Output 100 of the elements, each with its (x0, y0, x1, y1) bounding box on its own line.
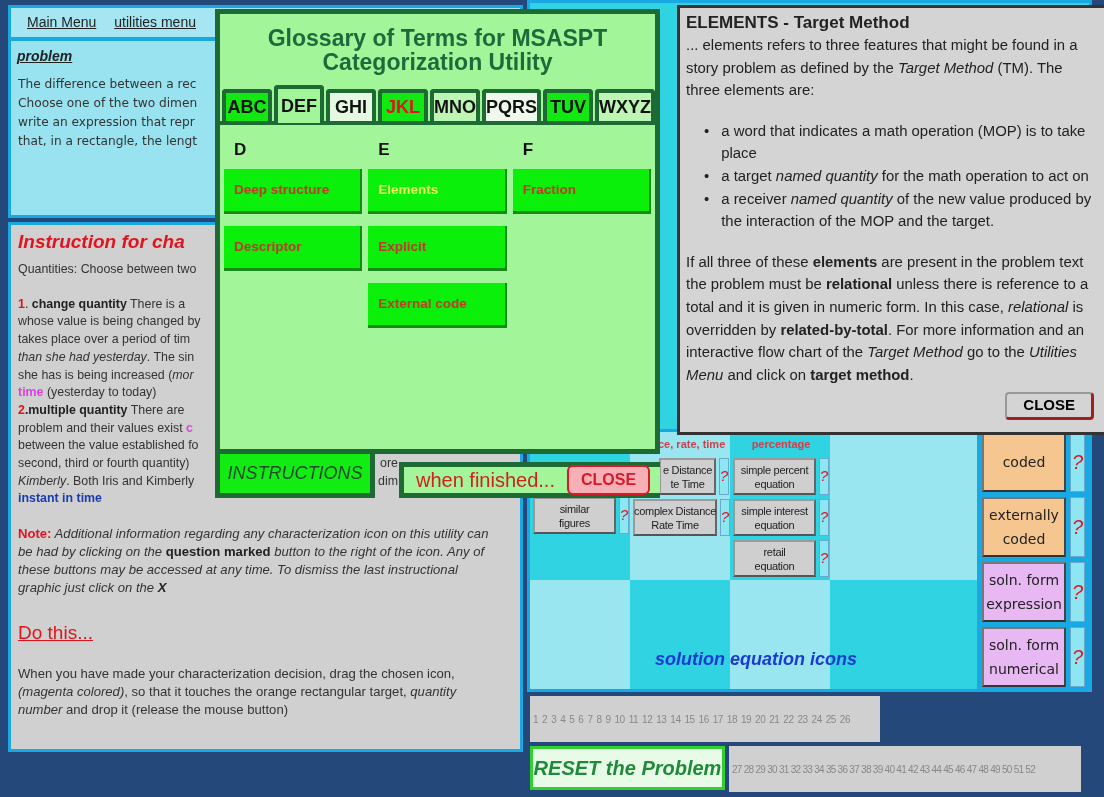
paragraph: When you have made your characterization decision, drag the chosen icon, (magenta colored), so that it touches the orange rectangular target, quantity number and drop it (release the mouse button) (18, 665, 457, 717)
letter-tab[interactable]: PQRS (482, 89, 541, 121)
number-label: 43 (919, 762, 930, 777)
number-label: 25 (825, 712, 836, 727)
number-label: 1 (533, 712, 539, 727)
number-label: 7 (587, 712, 593, 727)
number-label: 16 (698, 712, 709, 727)
term-button[interactable]: Fraction (512, 169, 651, 214)
number-label: 33 (802, 762, 813, 777)
menu-link[interactable]: Main Menu (23, 12, 101, 33)
number-label: 36 (837, 762, 848, 777)
column-header: percentage (750, 437, 812, 452)
paragraph: ... elements refers to three features that might be found in a story problem as defined by the Target Method (TM). The three elements are: (686, 36, 1079, 101)
help-button[interactable]: ? (819, 540, 829, 577)
help-button[interactable]: ? (819, 458, 829, 495)
help-button[interactable]: ? (819, 499, 829, 536)
popup-title: ELEMENTS - Target Method (686, 12, 911, 34)
number-label: 37 (849, 762, 860, 777)
number-label: 31 (778, 762, 789, 777)
icon-button[interactable]: retail equation (733, 540, 816, 577)
paragraph: Note: Additional information regarding any characterization icon on this utility can be had by clicking on the question marked button to the right of the icon. Any of these buttons may be accessed at any time. To dismiss the last instructional graphic just click on the X (18, 526, 489, 596)
text-line: instant in time (18, 490, 102, 508)
number-label: 14 (670, 712, 681, 727)
letter-tab[interactable]: WXYZ (595, 89, 655, 121)
panel-heading: Instruction for cha (18, 231, 185, 253)
text-line: 1. change quantity There is a (18, 295, 186, 313)
text-line: 2.multiple quantity There are (18, 401, 185, 419)
icon-button[interactable]: simple interest equation (733, 499, 816, 536)
term-button[interactable]: Descriptor (224, 226, 363, 271)
number-label: 38 (861, 762, 871, 777)
number-label: 17 (712, 712, 723, 727)
number-label: 19 (740, 712, 752, 727)
letter-tab[interactable]: GHI (326, 89, 376, 121)
help-button[interactable]: ? (1070, 432, 1085, 492)
help-button[interactable]: ? (619, 497, 629, 534)
text-line: takes place over a period of tim (18, 331, 191, 349)
number-label: 11 (628, 712, 639, 727)
close-button[interactable]: CLOSE (1005, 392, 1094, 420)
number-label: 8 (596, 712, 602, 727)
term-button[interactable]: Explicit (368, 226, 507, 271)
number-label: 28 (743, 762, 754, 777)
number-label: 23 (797, 712, 808, 727)
number-label: 47 (966, 762, 977, 777)
number-label: 6 (578, 712, 584, 727)
letter-tab[interactable]: MNO (430, 89, 480, 121)
number-label: 3 (551, 712, 557, 727)
column-letter: E (377, 139, 390, 157)
text-line: she has is being increased (mor (18, 366, 194, 384)
number-label: 2 (542, 712, 548, 727)
term-button[interactable]: Deep structure (224, 169, 363, 214)
menu-link[interactable]: utilities menu (110, 12, 200, 33)
bullet-icon: • (704, 119, 710, 165)
number-label: 42 (908, 762, 918, 777)
footer-text: when finished... (416, 468, 555, 493)
column-letter: F (521, 139, 534, 157)
number-label: 52 (1025, 762, 1036, 777)
section-heading: problem (15, 47, 74, 66)
number-label: 27 (732, 762, 742, 777)
text-line: Kimberly. Both Iris and Kimberly (18, 472, 195, 490)
text-line: second, third or fourth quantity) (18, 455, 190, 473)
number-label: 4 (560, 712, 566, 727)
reset-button[interactable]: RESET the Problem (530, 746, 725, 790)
column-letter: D (233, 139, 247, 157)
bullet-icon: • (704, 164, 710, 188)
number-label: 39 (872, 762, 883, 777)
number-label: 29 (755, 762, 766, 777)
icon-button[interactable]: simple percent equation (733, 458, 816, 495)
help-button[interactable]: ? (720, 499, 730, 536)
problem-text-line: that, in a rectangle, the lengt (17, 133, 198, 150)
icon-button[interactable]: e Distance te Time (659, 458, 716, 495)
number-label: 26 (839, 712, 850, 727)
letter-tab[interactable]: ABC (222, 89, 272, 121)
help-button[interactable]: ? (1070, 497, 1085, 557)
number-label: 20 (755, 712, 766, 727)
number-label: 24 (811, 712, 822, 727)
help-button[interactable]: ? (1070, 562, 1085, 622)
term-button[interactable]: External code (368, 283, 507, 328)
bullet-icon: • (704, 187, 710, 233)
number-label: 15 (684, 712, 695, 727)
icon-button[interactable]: soln. form expression (982, 562, 1066, 622)
text-line: problem and their values exist c (18, 419, 193, 437)
number-label: 32 (790, 762, 801, 777)
help-button[interactable]: ? (719, 458, 729, 495)
text-line: time (yesterday to today) (18, 384, 157, 402)
letter-tab[interactable]: DEF (274, 85, 324, 123)
paragraph: If all three of these elements are present in the problem text the problem must be relational unless there is reference to a total and it is given in numeric form. In this case, relational is overridden by related-by-total. For more information and an interactive flow chart of the Target Method go to the Utilities Menu and click on target method. (686, 252, 1090, 385)
number-label: 41 (896, 762, 906, 777)
icon-button[interactable]: coded (982, 432, 1066, 492)
icon-button[interactable]: similar figures (533, 497, 616, 534)
number-label: 48 (978, 762, 989, 777)
number-label: 45 (943, 762, 953, 777)
text-line: than she had yesterday. The sin (18, 348, 195, 366)
number-label: 30 (767, 762, 777, 777)
letter-tab[interactable]: TUV (543, 89, 593, 121)
instructions-tab[interactable]: INSTRUCTIONS (215, 454, 375, 498)
icon-button[interactable]: soln. form numerical (982, 627, 1066, 687)
text-line: Quantities: Choose between two (18, 261, 197, 278)
number-label: 22 (783, 712, 794, 727)
icon-button[interactable]: externally coded (982, 497, 1066, 557)
help-button[interactable]: ? (1070, 627, 1085, 687)
